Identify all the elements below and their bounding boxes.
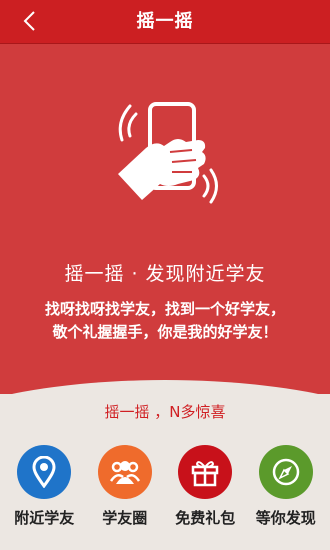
compass-icon — [272, 458, 299, 486]
action-label: 附近学友 — [14, 509, 75, 527]
action-grid: 附近学友 学友圈 免费礼包 等你发现 — [0, 445, 330, 550]
action-free-gift[interactable]: 免费礼包 — [167, 445, 243, 550]
action-label: 学友圈 — [102, 509, 148, 527]
action-circle — [97, 445, 152, 499]
hero-description: 找呀找呀找学友，找到一个好学友， 敬个礼握握手，你是我的好学友！ — [0, 298, 330, 344]
hero-curve — [0, 380, 330, 394]
header-bar: 摇一摇 — [0, 0, 330, 44]
page-title: 摇一摇 — [136, 11, 194, 32]
hero-headline: 摇一摇 · 发现附近学友 — [64, 263, 266, 285]
action-label: 免费礼包 — [175, 509, 236, 527]
location-pin-icon — [32, 456, 56, 488]
hero-description-line-2: 敬个礼握握手，你是我的好学友！ — [52, 323, 278, 341]
hero-description-line-1: 找呀找呀找学友，找到一个好学友， — [44, 300, 285, 318]
gift-icon — [192, 461, 219, 487]
action-label: 等你发现 — [255, 509, 316, 527]
action-discover[interactable]: 等你发现 — [248, 445, 324, 550]
action-circle — [258, 445, 313, 499]
people-group-icon — [109, 461, 140, 484]
action-friend-circle[interactable]: 学友圈 — [87, 445, 163, 550]
action-circle — [17, 445, 72, 499]
action-circle — [178, 445, 233, 499]
shake-phone-icon — [118, 102, 218, 204]
promo-text: 摇一摇 ，N多惊喜 — [104, 403, 226, 421]
action-nearby-friends[interactable]: 附近学友 — [6, 445, 82, 550]
hero-banner: 摇一摇 · 发现附近学友 找呀找呀找学友，找到一个好学友， 敬个礼握握手，你是我… — [0, 44, 330, 394]
